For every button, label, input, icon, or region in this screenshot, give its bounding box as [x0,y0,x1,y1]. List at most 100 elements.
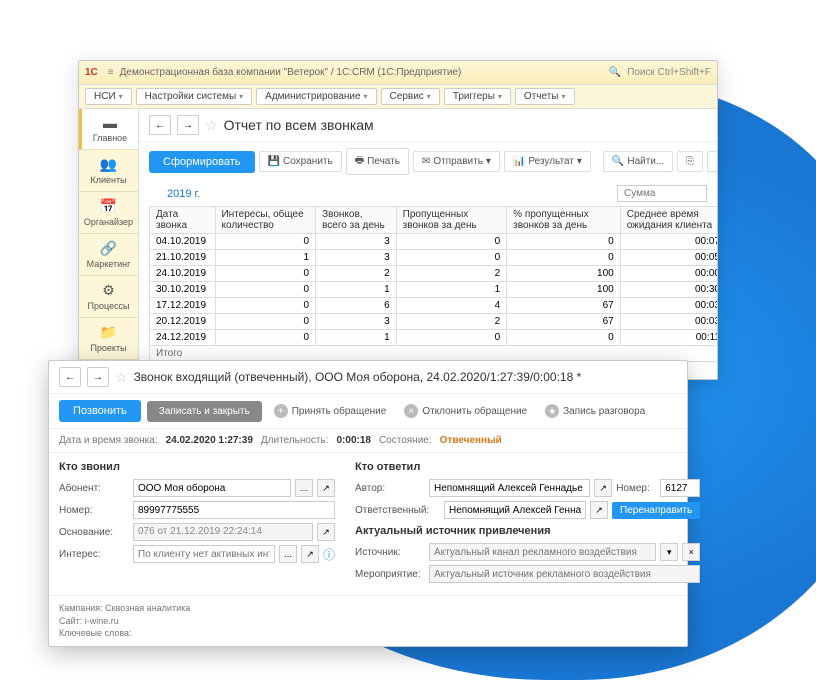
caller-column: Кто звонил Абонент: … ↗ Номер: Основание… [59,461,335,587]
menu-admin[interactable]: Администрирование▾ [256,88,376,105]
col-calls: Звонков, всего за день [316,207,397,234]
chevron-down-icon: ▾ [239,92,243,101]
sidebar: ▬Главное 👥Клиенты 📅Органайзер 🔗Маркетинг… [79,109,139,379]
dots-button[interactable]: … [279,545,297,563]
extra-button-1[interactable]: ⎘ [677,151,703,172]
author-label: Автор: [355,483,425,494]
record-button[interactable]: ●Запись разговора [539,400,651,422]
accept-button[interactable]: +Принять обращение [268,400,393,422]
col-date: Дата звонка [150,207,216,234]
search-placeholder: Поиск Ctrl+Shift+F [627,67,711,78]
save-icon: 💾 [268,156,280,167]
report-title: Отчет по всем звонкам [224,117,374,133]
table-row[interactable]: 24.12.2019010000:11 [150,330,718,346]
sidebar-item-organizer[interactable]: 📅Органайзер [79,192,138,234]
settings-icon: ⚙ [716,156,717,167]
sidebar-item-projects[interactable]: 📁Проекты [79,318,138,360]
table-row[interactable]: 30.10.201901110000:30 [150,282,718,298]
extra-button-2[interactable]: ⚙ [707,151,717,172]
sidebar-item-processes[interactable]: ⚙Процессы [79,276,138,318]
table-row[interactable]: 17.12.20190646700:03 [150,298,718,314]
dots-button[interactable]: … [295,479,313,497]
send-button[interactable]: ✉Отправить▾ [413,151,500,172]
save-close-button[interactable]: Записать и закрыть [147,401,262,422]
nav-back-button[interactable]: ← [149,115,171,135]
open-button[interactable]: ↗ [317,479,335,497]
reject-button[interactable]: ×Отклонить обращение [398,400,533,422]
star-icon[interactable]: ☆ [115,369,128,386]
tab-header: ← → ☆ Отчет по всем звонкам [139,109,717,142]
table-row[interactable]: 20.12.20190326700:03 [150,314,718,330]
open-button[interactable]: ↗ [301,545,319,563]
result-icon: 📊 [513,156,525,167]
sidebar-item-marketing[interactable]: 🔗Маркетинг [79,234,138,276]
chevron-down-icon: ▾ [562,92,566,101]
menu-reports[interactable]: Отчеты▾ [515,88,575,105]
open-button[interactable]: ↗ [590,501,608,519]
nav-back-button[interactable]: ← [59,367,81,387]
call-button[interactable]: Позвонить [59,400,141,422]
number2-input[interactable] [660,479,700,497]
table-row[interactable]: 21.10.2019130000:05 [150,250,718,266]
col-missed-pct: % пропущенных звонков за день [507,207,621,234]
author-input[interactable] [429,479,590,497]
basis-label: Основание: [59,527,129,538]
nav-forward-button[interactable]: → [177,115,199,135]
search-icon: 🔍 [612,156,624,167]
redirect-button[interactable]: Перенаправить [612,502,700,519]
report-table: Дата звонка Интересы, общее количество З… [149,206,717,362]
number-input[interactable] [133,501,335,519]
sum-input[interactable] [617,185,707,202]
abonent-input[interactable] [133,479,291,497]
marketing-icon: 🔗 [81,240,136,257]
call-footer: Кампания: Сквозная аналитика Сайт: i-win… [49,595,687,646]
clear-button[interactable]: × [682,543,700,561]
state-label: Состояние: [379,435,432,446]
table-row[interactable]: 04.10.2019030000:07 [150,234,718,250]
event-input[interactable] [429,565,700,583]
calendar-icon: 📅 [81,198,136,215]
menu-settings[interactable]: Настройки системы▾ [136,88,253,105]
chevron-down-icon: ▾ [486,156,491,167]
find-button[interactable]: 🔍Найти... [603,151,673,172]
menu-nsi[interactable]: НСИ▾ [85,88,132,105]
global-search[interactable]: 🔍 Поиск Ctrl+Shift+F [609,67,711,78]
datetime-label: Дата и время звонка: [59,435,158,446]
copy-icon: ⎘ [686,156,694,167]
table-row[interactable]: 24.10.201902210000:00 [150,266,718,282]
chevron-down-icon: ▾ [577,156,582,167]
sidebar-item-main[interactable]: ▬Главное [79,109,138,150]
menu-triggers[interactable]: Триггеры▾ [444,88,511,105]
dropdown-button[interactable]: ▾ [660,543,678,561]
print-icon: 🖶 [355,153,364,170]
sidebar-item-clients[interactable]: 👥Клиенты [79,150,138,192]
process-icon: ⚙ [81,282,136,299]
report-main: ← → ☆ Отчет по всем звонкам Сформировать… [139,109,717,379]
info-icon[interactable]: ⓘ [323,546,335,563]
basis-field[interactable]: 076 от 21.12.2019 22:24:14 [133,523,313,541]
burger-icon[interactable]: ≡ [108,67,114,78]
footer-campaign: Кампания: Сквозная аналитика [59,602,677,615]
state-value: Отвеченный [440,435,502,446]
duration-label: Длительность: [261,435,329,446]
source-input[interactable] [429,543,656,561]
open-button[interactable]: ↗ [594,479,612,497]
number-label: Номер: [59,505,129,516]
nav-forward-button[interactable]: → [87,367,109,387]
result-button[interactable]: 📊Результат▾ [504,151,591,172]
save-button[interactable]: 💾Сохранить [259,151,342,172]
menu-service[interactable]: Сервис▾ [381,88,440,105]
answerer-header: Кто ответил [355,461,700,473]
resp-input[interactable] [444,501,586,519]
year-row: 2019 г. [139,181,717,206]
print-button[interactable]: 🖶Печать [346,148,409,175]
interest-input[interactable] [133,545,275,563]
interest-label: Интерес: [59,549,129,560]
titlebar: 1C ≡ Демонстрационная база компании "Вет… [79,61,717,85]
call-title: Звонок входящий (отвеченный), ООО Моя об… [134,370,582,384]
open-button[interactable]: ↗ [317,523,335,541]
star-icon[interactable]: ☆ [205,117,218,134]
search-icon: 🔍 [609,67,621,78]
form-button[interactable]: Сформировать [149,151,255,173]
year-label[interactable]: 2019 г. [149,188,200,200]
